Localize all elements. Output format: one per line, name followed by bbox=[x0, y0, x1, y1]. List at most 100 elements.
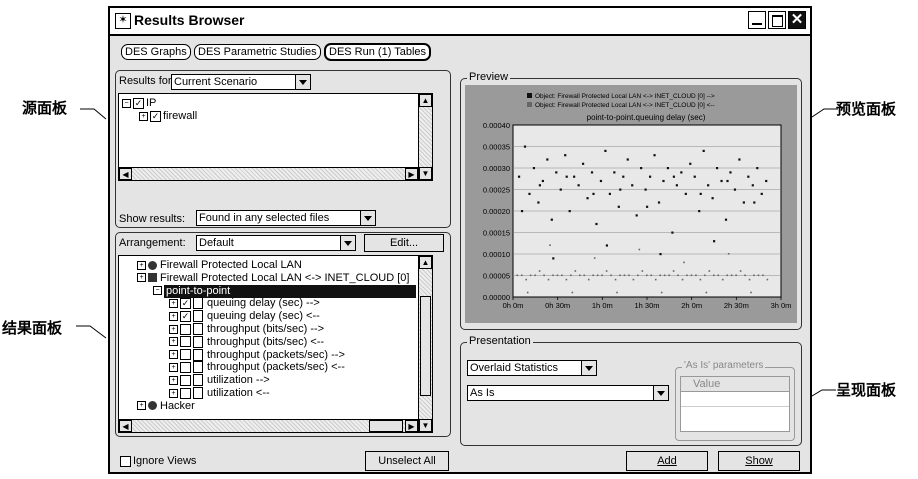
source-horizontal-scrollbar[interactable]: ◀ ▶ bbox=[119, 167, 418, 180]
series-2-point bbox=[672, 270, 675, 272]
edit-button[interactable]: Edit... bbox=[364, 234, 444, 252]
scroll-left-icon[interactable]: ◀ bbox=[119, 420, 132, 432]
results-tree-item[interactable]: + throughput (packets/sec) <-- bbox=[169, 361, 345, 374]
scroll-up-icon[interactable]: ▲ bbox=[419, 256, 432, 269]
checkbox-unchecked-icon[interactable] bbox=[180, 387, 191, 399]
statistic-value: Overlaid Statistics bbox=[470, 362, 559, 374]
checkbox-unchecked-icon[interactable] bbox=[120, 455, 131, 467]
results-tree-item[interactable]: + Firewall Protected Local LAN <-> INET_C… bbox=[137, 272, 409, 285]
tree-item-ip[interactable]: − ✓ IP bbox=[122, 97, 156, 110]
results-tree-item-label: throughput (bits/sec) --> bbox=[207, 323, 325, 335]
checkbox-unchecked-icon[interactable] bbox=[180, 361, 191, 373]
tab-des-graphs[interactable]: DES Graphs bbox=[121, 44, 191, 60]
source-panel: Results for: Current Scenario − ✓ IP + ✓ fir… bbox=[115, 70, 451, 228]
results-tree-item[interactable]: + throughput (packets/sec) --> bbox=[169, 349, 345, 362]
results-tree-item-label: utilization --> bbox=[207, 374, 270, 387]
ignore-views-checkbox[interactable]: Ignore Views bbox=[120, 455, 196, 467]
minimize-button[interactable] bbox=[748, 11, 766, 29]
mode-select[interactable]: As Is bbox=[467, 385, 669, 401]
scrollbar-thumb[interactable] bbox=[420, 296, 431, 396]
expand-icon: + bbox=[169, 324, 178, 334]
preview-area[interactable]: Object: Firewall Protected Local LAN <->… bbox=[465, 85, 797, 323]
source-tree[interactable]: − ✓ IP + ✓ firewall ▲ ▼ ◀ ▶ bbox=[118, 93, 433, 181]
y-tick-label: 0.00040 bbox=[483, 121, 510, 130]
collapse-icon: − bbox=[122, 98, 131, 108]
results-tree[interactable]: + Firewall Protected Local LAN + Firewall P… bbox=[118, 255, 433, 433]
scroll-down-icon[interactable]: ▼ bbox=[419, 419, 432, 432]
checkbox-unchecked-icon[interactable] bbox=[180, 323, 191, 335]
expand-icon: + bbox=[139, 111, 148, 121]
results-tree-item[interactable]: + ✓ queuing delay (sec) --> bbox=[169, 297, 320, 310]
results-tree-item[interactable]: + utilization --> bbox=[169, 374, 270, 387]
statistic-select[interactable]: Overlaid Statistics bbox=[467, 360, 597, 376]
results-horizontal-scrollbar[interactable]: ◀ ▶ bbox=[119, 419, 418, 432]
results-tree-item[interactable]: + throughput (bits/sec) --> bbox=[169, 323, 324, 336]
series-1-point bbox=[733, 188, 737, 191]
results-tree-item[interactable]: + Firewall Protected Local LAN bbox=[137, 259, 302, 272]
checkbox-checked-icon[interactable]: ✓ bbox=[180, 310, 191, 322]
show-results-select[interactable]: Found in any selected files bbox=[196, 210, 376, 226]
results-vertical-scrollbar[interactable]: ▲ ▼ bbox=[418, 256, 432, 432]
unselect-all-button[interactable]: Unselect All bbox=[365, 451, 449, 471]
checkbox-checked-icon[interactable]: ✓ bbox=[133, 97, 144, 109]
scroll-left-icon[interactable]: ◀ bbox=[119, 168, 132, 180]
checkbox-checked-icon[interactable]: ✓ bbox=[150, 110, 161, 122]
title-bar[interactable]: ✶ Results Browser ✕ bbox=[110, 8, 810, 36]
node-icon bbox=[148, 401, 157, 411]
series-1-point bbox=[552, 257, 555, 260]
x-tick-label: 3h 0m bbox=[771, 301, 792, 310]
series-1-point bbox=[760, 192, 763, 195]
series-2-point bbox=[565, 278, 568, 281]
checkbox-checked-icon[interactable]: ✓ bbox=[180, 297, 191, 309]
parameters-table: Value bbox=[680, 376, 790, 432]
series-2-point bbox=[614, 278, 617, 281]
source-vertical-scrollbar[interactable]: ▲ ▼ bbox=[418, 94, 432, 180]
close-button[interactable]: ✕ bbox=[788, 11, 806, 29]
checkbox-unchecked-icon[interactable] bbox=[180, 349, 191, 361]
scroll-up-icon[interactable]: ▲ bbox=[419, 94, 432, 107]
arrangement-select[interactable]: Default bbox=[196, 235, 356, 251]
series-2-point bbox=[660, 291, 663, 294]
tab-des-run-tables[interactable]: DES Run (1) Tables bbox=[324, 43, 432, 61]
series-1-point bbox=[604, 149, 607, 152]
show-button[interactable]: Show bbox=[718, 451, 800, 471]
collapse-icon: − bbox=[153, 286, 162, 296]
x-tick-label: 1h 30m bbox=[634, 301, 659, 310]
series-2-point bbox=[646, 274, 648, 277]
series-1-point bbox=[644, 188, 647, 191]
results-tree-item[interactable]: − point-to-point bbox=[153, 284, 416, 298]
node-icon bbox=[148, 260, 157, 270]
checkbox-unchecked-icon[interactable] bbox=[180, 374, 191, 386]
tree-item-firewall[interactable]: + ✓ firewall bbox=[139, 110, 197, 123]
checkbox-unchecked-icon[interactable] bbox=[180, 336, 191, 348]
scroll-right-icon[interactable]: ▶ bbox=[405, 168, 418, 180]
add-button[interactable]: Add bbox=[626, 451, 708, 471]
series-1-point bbox=[626, 158, 629, 161]
series-1-point bbox=[648, 175, 652, 178]
scrollbar-thumb[interactable] bbox=[369, 420, 403, 432]
series-1-point bbox=[617, 205, 620, 208]
x-tick-label: 0h 0m bbox=[503, 301, 524, 310]
series-1-point bbox=[713, 240, 716, 243]
series-2-point bbox=[543, 274, 545, 277]
results-for-select[interactable]: Current Scenario bbox=[171, 74, 311, 90]
series-1-point bbox=[738, 158, 741, 161]
statistic-doc-icon bbox=[193, 323, 203, 336]
series-2-point bbox=[556, 274, 559, 277]
scroll-right-icon[interactable]: ▶ bbox=[405, 420, 418, 432]
series-1-point bbox=[586, 197, 589, 200]
results-tree-item-label: utilization <-- bbox=[207, 387, 270, 399]
results-tree-item[interactable]: + Hacker bbox=[137, 400, 195, 413]
expand-icon: + bbox=[169, 337, 178, 347]
series-1-point bbox=[698, 210, 701, 213]
y-axis-ticks: 0.000000.000050.000100.000150.000200.000… bbox=[483, 121, 510, 302]
series-2-point bbox=[571, 291, 574, 294]
window-title: Results Browser bbox=[134, 12, 245, 28]
tab-des-parametric-studies[interactable]: DES Parametric Studies bbox=[194, 44, 321, 60]
results-tree-item[interactable]: + ✓ queuing delay (sec) <-- bbox=[169, 310, 320, 323]
maximize-button[interactable] bbox=[768, 11, 786, 29]
results-tree-item[interactable]: + throughput (bits/sec) <-- bbox=[169, 336, 324, 349]
results-tree-item[interactable]: + utilization <-- bbox=[169, 387, 270, 400]
scroll-down-icon[interactable]: ▼ bbox=[419, 167, 432, 180]
series-2-point bbox=[616, 291, 618, 294]
